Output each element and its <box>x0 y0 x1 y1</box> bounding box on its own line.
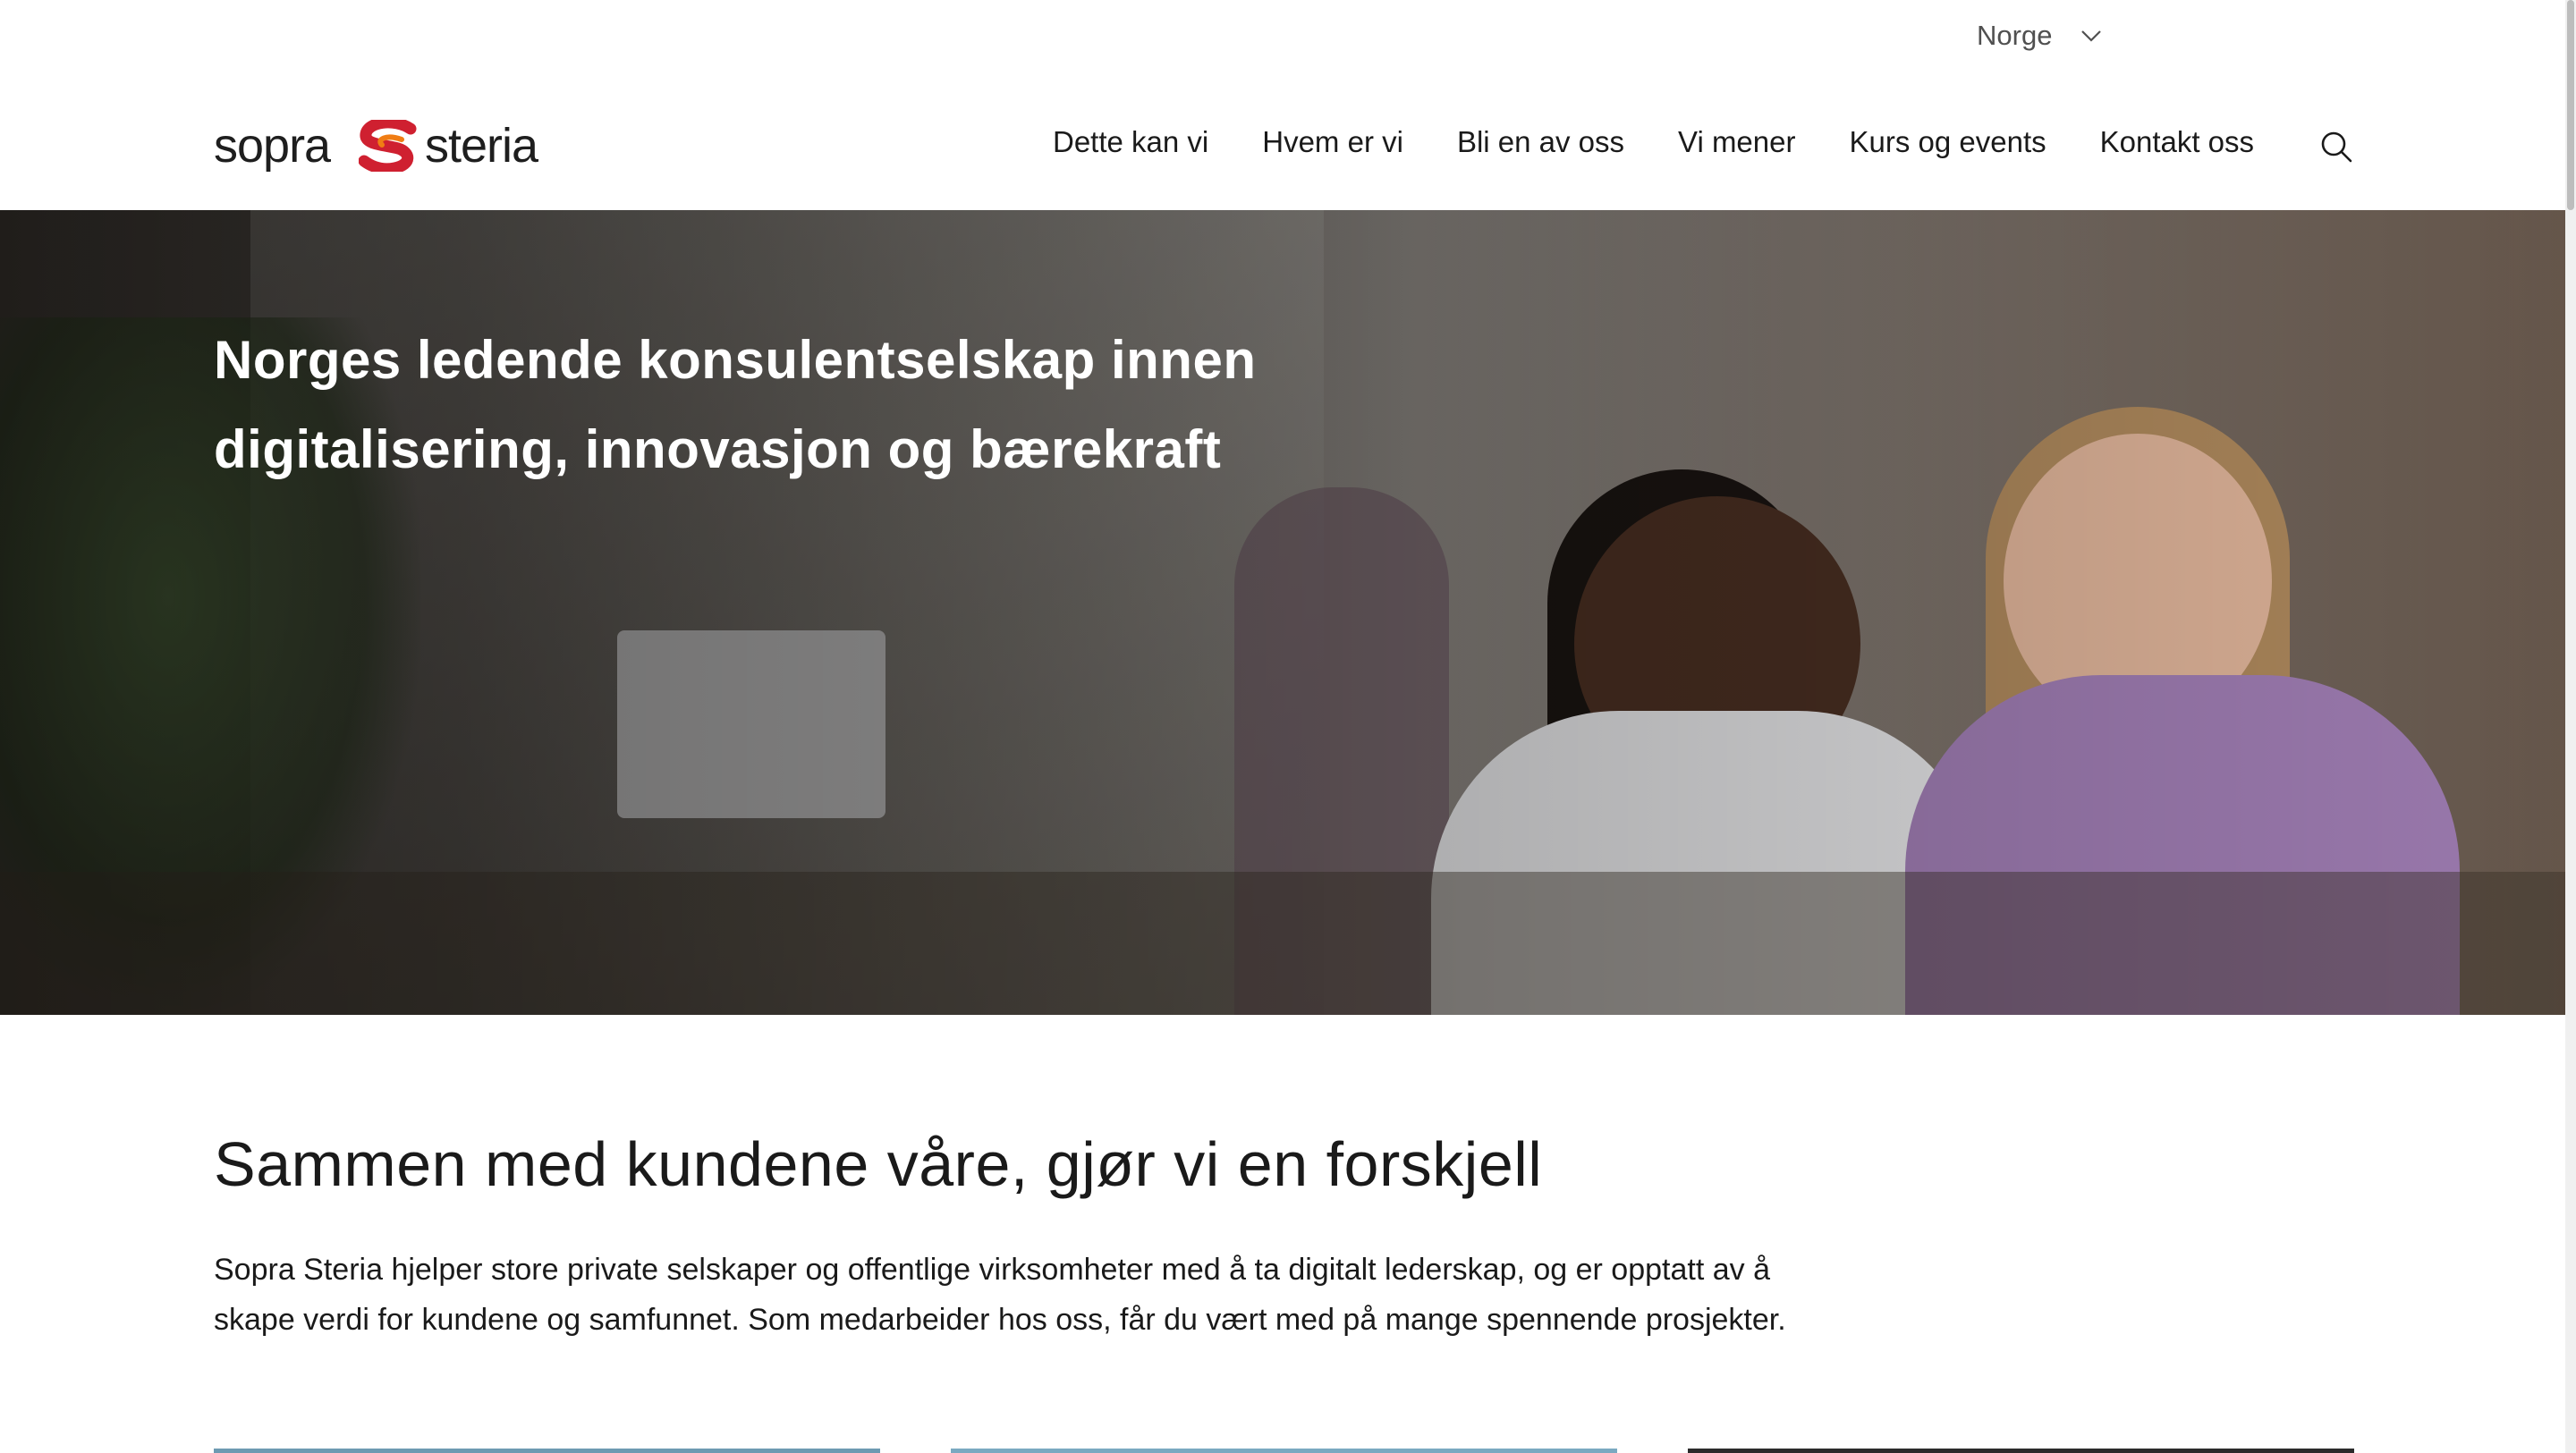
chevron-down-icon <box>2081 30 2102 42</box>
country-selector-label: Norge <box>1977 20 2053 51</box>
scrollbar-thumb[interactable] <box>2567 0 2574 210</box>
logo-text-steria: steria <box>425 119 538 173</box>
main-nav: Dette kan vi Hvem er vi Bli en av oss Vi… <box>1053 125 2254 159</box>
intro-body: Sopra Steria hjelper store private selsk… <box>214 1253 1786 1337</box>
scrollbar[interactable] <box>2565 0 2576 1453</box>
hero-banner: Norges ledende konsulentselskap innen di… <box>0 210 2565 1015</box>
intro-title: Sammen med kundene våre, gjør vi en fors… <box>214 1129 1543 1199</box>
nav-item-kurs-og-events[interactable]: Kurs og events <box>1849 125 2046 159</box>
sopra-steria-logo[interactable]: sopra steria <box>214 118 572 173</box>
nav-item-vi-mener[interactable]: Vi mener <box>1678 125 1795 159</box>
nav-item-hvem-er-vi[interactable]: Hvem er vi <box>1262 125 1403 159</box>
teaser-card[interactable] <box>214 1449 880 1453</box>
logo-text-sopra: sopra <box>214 119 331 173</box>
hero-title: Norges ledende konsulentselskap innen di… <box>214 330 1257 479</box>
nav-item-dette-kan-vi[interactable]: Dette kan vi <box>1053 125 1208 159</box>
teaser-card[interactable] <box>1688 1449 2354 1453</box>
nav-item-kontakt-oss[interactable]: Kontakt oss <box>2100 125 2254 159</box>
logo-mark-icon <box>359 120 417 172</box>
country-selector[interactable]: Norge <box>1977 20 2104 52</box>
nav-item-bli-en-av-oss[interactable]: Bli en av oss <box>1457 125 1624 159</box>
search-icon[interactable] <box>2318 129 2354 165</box>
teaser-card[interactable] <box>951 1449 1617 1453</box>
site-header: Norge sopra steria Dette kan vi Hvem er … <box>0 0 2565 210</box>
